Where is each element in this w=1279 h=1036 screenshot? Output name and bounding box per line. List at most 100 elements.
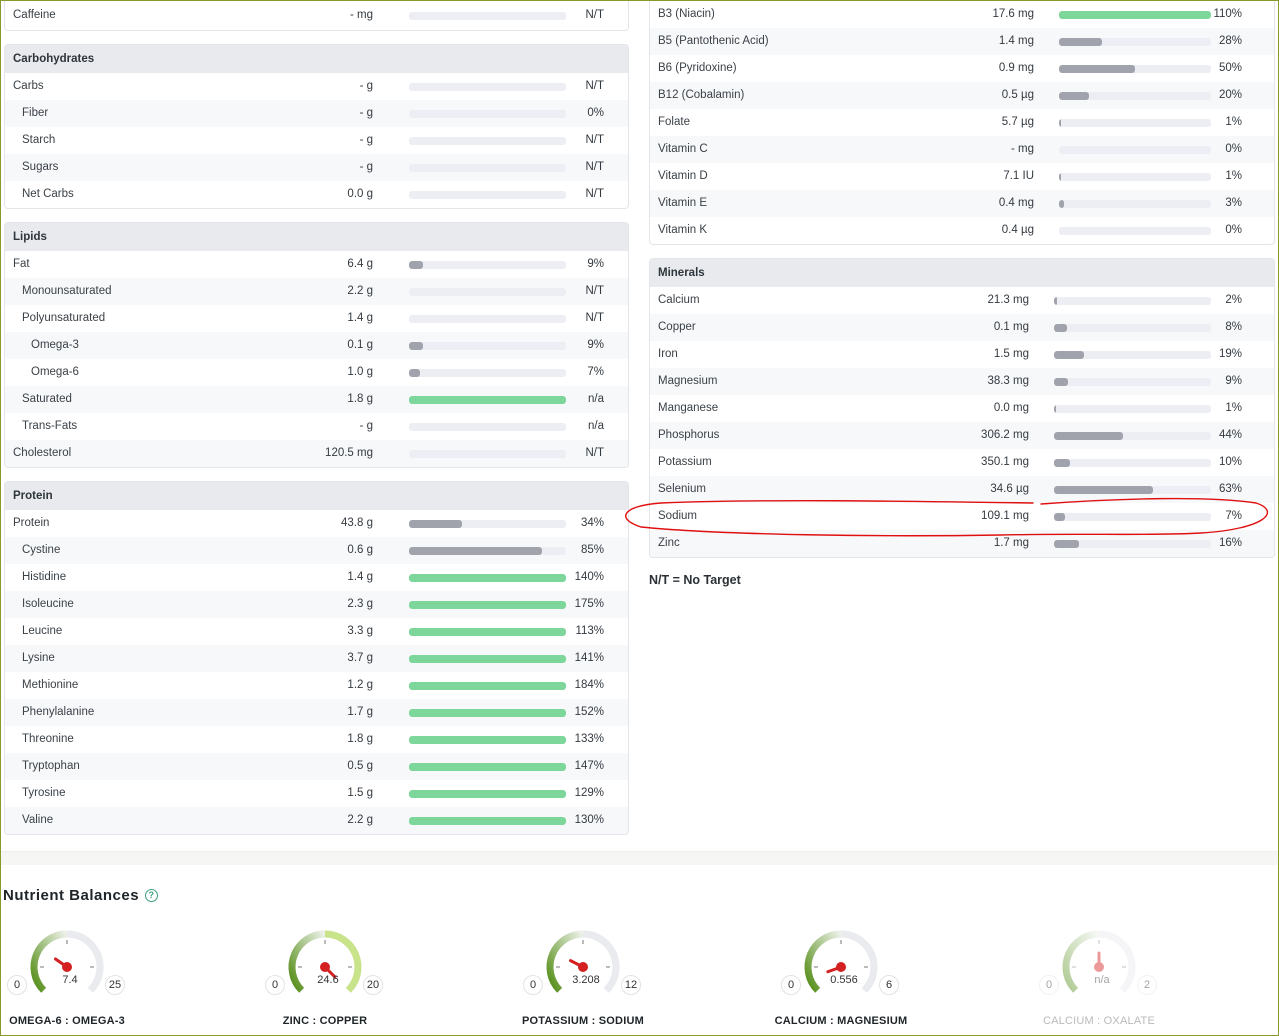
nutrient-rows: B3 (Niacin) 17.6 mg 110% B5 (Pantothenic Ac… [650,1,1274,244]
progress-bar [409,547,566,555]
help-icon[interactable]: ? [145,889,159,902]
nutrient-percent: 8% [1225,321,1242,333]
nutrient-row-calcium: Calcium 21.3 mg 2% [650,287,1274,314]
nutrient-amount: 1.7 g [347,706,373,718]
protein-panel: Protein Protein 43.8 g 34% Cystine 0.6 g 85% H… [4,481,629,835]
gauge-value: n/a [1094,974,1110,986]
nutrient-amount: 2.2 g [347,285,373,297]
progress-bar [409,396,566,404]
progress-bar [409,655,566,663]
nutrient-name: Omega-3 [31,339,79,351]
nutrient-percent: 7% [1225,510,1242,522]
nutrient-percent: 44% [1218,429,1242,441]
nutrient-rows: Calcium 21.3 mg 2% Copper 0.1 mg 8% Iron 1.5 mg… [650,287,1274,557]
progress-bar [409,110,566,118]
nutrient-name: B6 (Pyridoxine) [658,62,737,74]
progress-bar [409,423,566,431]
progress-bar [409,817,566,825]
nutrient-amount: 0.4 µg [1001,224,1034,236]
nutrient-amount: - mg [1011,143,1034,155]
nutrient-name: Sodium [658,510,697,522]
progress-bar [1054,513,1211,521]
progress-bar [409,520,566,528]
nutrient-row-net-carbs: Net Carbs 0.0 g N/T [5,181,628,208]
nutrient-name: B12 (Cobalamin) [658,89,745,101]
panel-title: Carbohydrates [5,45,628,73]
progress-fill [409,628,566,636]
balance-gauge-potassium-sodium: 0 12 3.208 POTASSIUM : SODIUM [522,927,653,1036]
gauge-dial [288,930,362,993]
progress-bar [409,342,566,350]
nutrient-percent: 3% [1225,197,1242,209]
nutrient-amount: 21.3 mg [987,294,1029,306]
progress-fill [1059,119,1061,127]
progress-bar [409,763,566,771]
nutrient-row-monounsaturated: Monounsaturated 2.2 g N/T [5,278,628,305]
nutrient-amount: 1.8 g [347,733,373,745]
nutrient-percent: 140% [574,571,604,583]
gauge-min: 0 [523,975,543,995]
right-column: B3 (Niacin) 17.6 mg 110% B5 (Pantothenic Ac… [649,1,1275,558]
nutrient-percent: 63% [1218,483,1242,495]
gauge-max: 6 [879,975,899,995]
nutrient-name: Phenylalanine [22,706,95,718]
progress-bar [1054,540,1211,548]
progress-bar [1059,119,1211,127]
nutrient-row-lysine: Lysine 3.7 g 141% [5,645,628,672]
nutrient-percent: 28% [1218,35,1242,47]
progress-bar [1054,351,1211,359]
nutrient-amount: - g [359,80,373,92]
nutrient-amount: 109.1 mg [981,510,1029,522]
nutrient-percent: N/T [585,285,604,297]
progress-bar [409,736,566,744]
nutrient-amount: 1.0 g [347,366,373,378]
progress-fill [1054,324,1067,332]
nutrient-percent: 16% [1218,537,1242,549]
nutrient-row-b12-cobalamin: B12 (Cobalamin) 0.5 µg 20% [650,82,1274,109]
nutrient-amount: 120.5 mg [325,447,373,459]
nutrient-rows: Fat 6.4 g 9% Monounsaturated 2.2 g N/T Polyuns… [5,251,628,467]
nutrient-name: Threonine [22,733,74,745]
nutrient-percent: 110% [1213,8,1242,20]
gauge-dial [804,930,878,993]
nutrient-amount: 2.2 g [347,814,373,826]
balance-gauge-calcium-oxalate: 0 2 n/a CALCIUM : OXALATE [1039,927,1169,1036]
nutrient-name: Fat [13,258,30,270]
gauge-min: 0 [1039,975,1059,995]
minerals-panel: Minerals Calcium 21.3 mg 2% Copper 0.1 mg 8% I… [649,258,1275,558]
nutrient-amount: 0.0 g [347,188,373,200]
nutrient-rows: Carbs - g N/T Fiber - g 0% Starch - g N/T Sugars -… [5,73,628,208]
nutrient-name: Histidine [22,571,67,583]
progress-fill [409,709,566,717]
progress-bar [1054,405,1211,413]
nutrient-row-cystine: Cystine 0.6 g 85% [5,537,628,564]
nutrient-amount: 0.5 g [347,760,373,772]
panel-title: Minerals [650,259,1274,287]
nutrient-name: Vitamin K [658,224,708,236]
nutrient-row-b5-pantothenic-acid: B5 (Pantothenic Acid) 1.4 mg 28% [650,28,1274,55]
progress-fill [1059,38,1102,46]
nutrient-row-carbs: Carbs - g N/T [5,73,628,100]
progress-fill [1059,92,1090,100]
nutrient-row-valine: Valine 2.2 g 130% [5,807,628,834]
nutrient-amount: 0.4 mg [998,197,1034,209]
nutrient-amount: 38.3 mg [987,375,1029,387]
nutrient-percent: N/T [585,134,604,146]
lipids-panel: Lipids Fat 6.4 g 9% Monounsaturated 2.2 g N/T… [4,222,629,468]
nutrient-row-folate: Folate 5.7 µg 1% [650,109,1274,136]
nutrient-percent: 10% [1218,456,1242,468]
nutrient-percent: n/a [588,393,604,405]
nutrient-name: Caffeine [13,9,56,21]
progress-bar [1059,65,1211,73]
progress-bar [409,450,566,458]
gauge-value: 3.208 [572,974,600,986]
progress-fill [1059,11,1211,19]
progress-bar [409,288,566,296]
progress-bar [409,12,566,20]
progress-bar [1054,297,1211,305]
nutrient-row-b3-niacin: B3 (Niacin) 17.6 mg 110% [650,1,1274,28]
nutrient-amount: 6.4 g [347,258,373,270]
nutrient-percent: 1% [1225,116,1242,128]
gauge-label: POTASSIUM : SODIUM [522,1015,644,1027]
nutrient-percent: n/a [588,420,604,432]
